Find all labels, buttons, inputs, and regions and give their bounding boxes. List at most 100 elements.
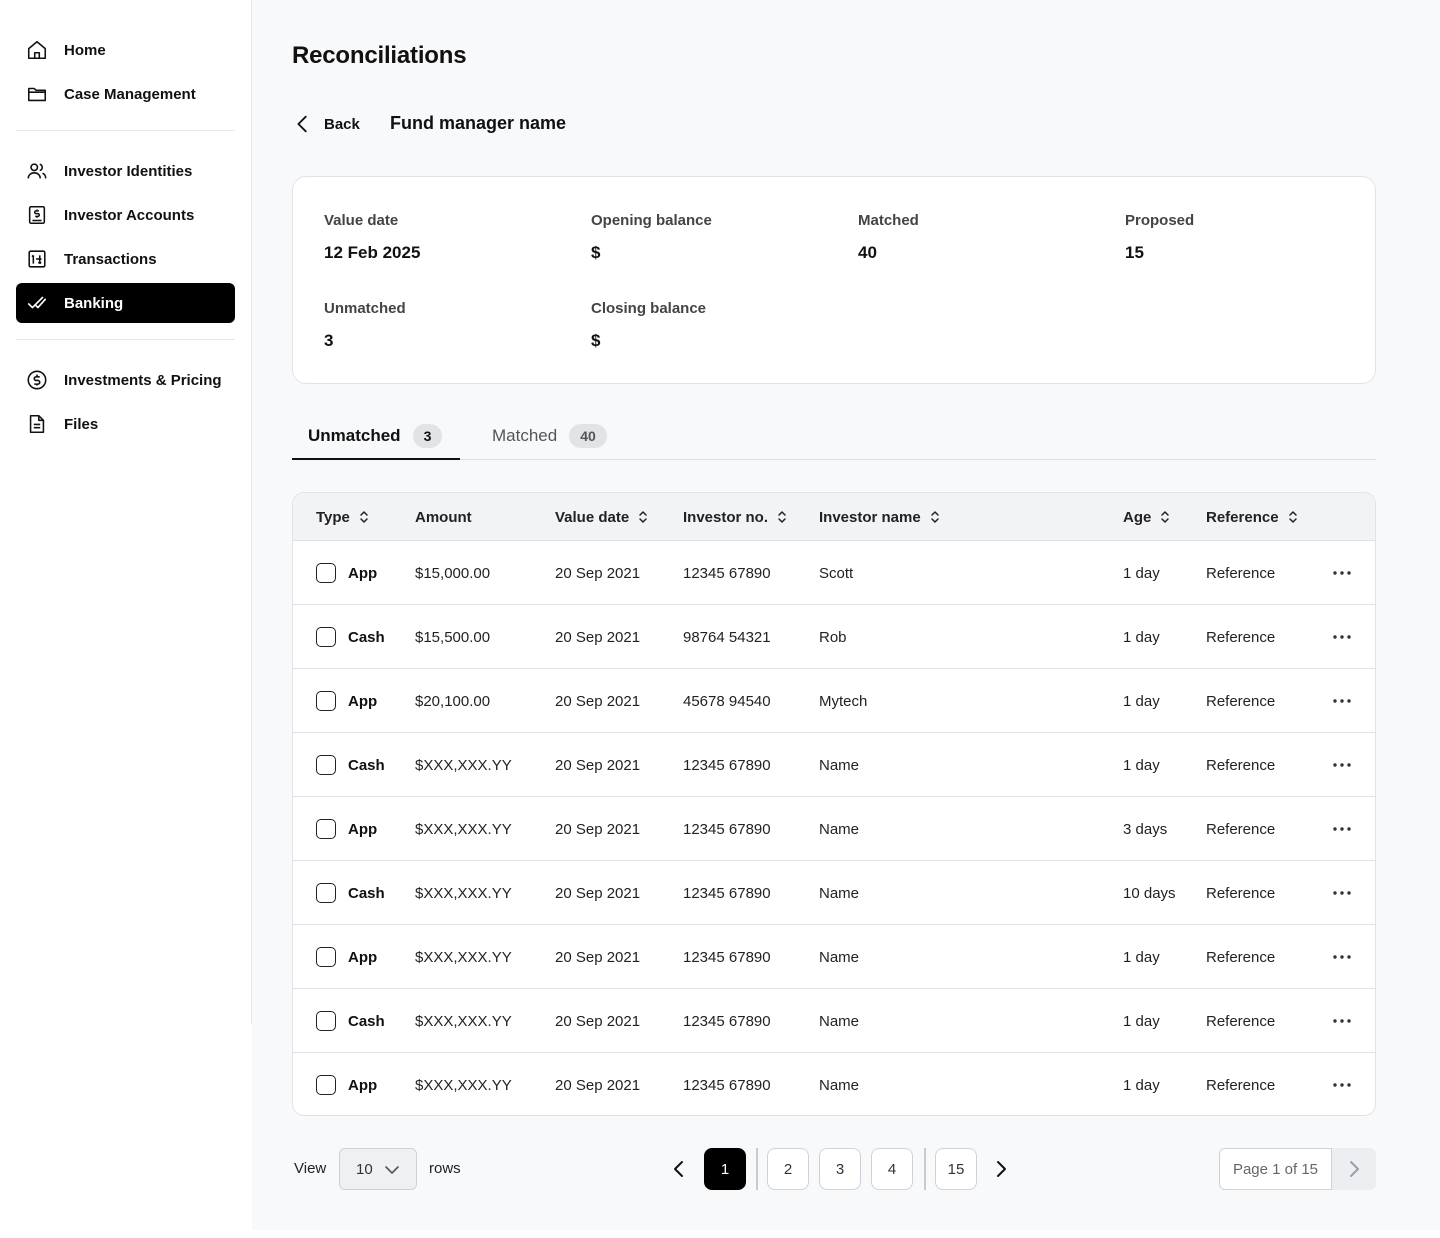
more-options-icon[interactable] — [1331, 947, 1353, 967]
row-checkbox[interactable] — [316, 947, 336, 967]
cell-investor-name: Mytech — [819, 692, 868, 710]
users-icon — [27, 163, 47, 179]
transactions-icon — [28, 250, 46, 268]
row-checkbox[interactable] — [316, 627, 336, 647]
row-checkbox[interactable] — [316, 1011, 336, 1031]
tab-unmatched[interactable]: Unmatched 3 — [292, 418, 460, 460]
row-checkbox[interactable] — [316, 563, 336, 583]
transactions-table: Type Amount Value date Investor no. Inve… — [292, 492, 1376, 1116]
table-row[interactable]: Cash $XXX,XXX.YY 20 Sep 2021 12345 67890 Nam… — [293, 989, 1375, 1053]
table-row[interactable]: App $XXX,XXX.YY 20 Sep 2021 12345 67890 Name… — [293, 1053, 1375, 1115]
column-header-investor-name[interactable]: Investor name — [819, 493, 941, 541]
table-row[interactable]: App $20,100.00 20 Sep 2021 45678 94540 Mytec… — [293, 669, 1375, 733]
page-button-15[interactable]: 15 — [935, 1148, 977, 1190]
page-button-4[interactable]: 4 — [871, 1148, 913, 1190]
cell-age: 1 day — [1123, 1076, 1160, 1094]
tab-matched[interactable]: Matched 40 — [476, 418, 623, 460]
cell-reference: Reference — [1206, 884, 1276, 902]
more-options-icon[interactable] — [1331, 883, 1353, 903]
page-button-2[interactable]: 2 — [767, 1148, 809, 1190]
stat-label: Unmatched — [324, 300, 406, 317]
table-row[interactable]: App $XXX,XXX.YY 20 Sep 2021 12345 67890 Name… — [293, 797, 1375, 861]
sidebar-item-case-management[interactable]: Case Management — [16, 74, 235, 114]
pagination: View 10 rows 1 2 3 4 15 Page 1 of 15 — [292, 1148, 1376, 1190]
page-button-1[interactable]: 1 — [704, 1148, 746, 1190]
table-row[interactable]: App $XXX,XXX.YY 20 Sep 2021 12345 67890 Name… — [293, 925, 1375, 989]
sidebar-item-label: Transactions — [64, 250, 157, 268]
row-checkbox[interactable] — [316, 755, 336, 775]
cell-investor-name: Name — [819, 1076, 860, 1094]
rows-label: rows — [429, 1160, 461, 1177]
more-options-icon[interactable] — [1331, 819, 1353, 839]
sidebar-item-label: Investor Accounts — [64, 206, 195, 224]
cell-investor-name: Name — [819, 948, 860, 966]
back-label: Back — [324, 115, 360, 133]
row-checkbox[interactable] — [316, 883, 336, 903]
cell-investor-no: 12345 67890 — [683, 1076, 771, 1094]
home-icon — [27, 40, 47, 60]
cell-amount: $15,500.00 — [415, 628, 491, 646]
cell-amount: $XXX,XXX.YY — [415, 1076, 512, 1094]
cell-amount: $XXX,XXX.YY — [415, 820, 512, 838]
sidebar-item-home[interactable]: Home — [16, 30, 235, 70]
sidebar-item-transactions[interactable]: Transactions — [16, 239, 235, 279]
cell-age: 1 day — [1123, 948, 1160, 966]
cell-investor-no: 12345 67890 — [683, 820, 771, 838]
tab-label: Unmatched — [308, 426, 401, 445]
sidebar-item-label: Home — [64, 41, 106, 59]
stat-value: 12 Feb 2025 — [324, 243, 421, 262]
sidebar-item-investments-pricing[interactable]: Investments & Pricing — [16, 360, 235, 400]
prev-page-icon[interactable] — [669, 1159, 689, 1179]
cell-age: 1 day — [1123, 628, 1160, 646]
cell-value-date: 20 Sep 2021 — [555, 948, 641, 966]
rows-per-page-select[interactable]: 10 — [339, 1148, 417, 1190]
cell-amount: $XXX,XXX.YY — [415, 884, 512, 902]
cell-age: 10 days — [1123, 884, 1176, 902]
column-label: Investor no. — [683, 508, 769, 526]
table-row[interactable]: App $15,000.00 20 Sep 2021 12345 67890 Scott… — [293, 541, 1375, 605]
more-options-icon[interactable] — [1331, 627, 1353, 647]
sidebar-divider — [16, 339, 235, 340]
column-header-amount[interactable]: Amount — [415, 493, 472, 541]
sidebar-item-investor-accounts[interactable]: Investor Accounts — [16, 195, 235, 235]
table-row[interactable]: Cash $XXX,XXX.YY 20 Sep 2021 12345 67890 Nam… — [293, 733, 1375, 797]
sidebar-item-label: Investor Identities — [64, 162, 193, 180]
table-row[interactable]: Cash $XXX,XXX.YY 20 Sep 2021 12345 67890 Nam… — [293, 861, 1375, 925]
stat-value: 40 — [858, 243, 877, 262]
cell-investor-no: 12345 67890 — [683, 1012, 771, 1030]
back-button[interactable]: Back — [292, 112, 360, 136]
cell-type: App — [348, 948, 378, 966]
column-header-investor-no[interactable]: Investor no. — [683, 493, 788, 541]
column-header-type[interactable]: Type — [316, 493, 370, 541]
page-button-3[interactable]: 3 — [819, 1148, 861, 1190]
sidebar-item-investor-identities[interactable]: Investor Identities — [16, 151, 235, 191]
next-page-icon[interactable] — [991, 1159, 1011, 1179]
row-checkbox[interactable] — [316, 1075, 336, 1095]
more-options-icon[interactable] — [1331, 755, 1353, 775]
more-options-icon[interactable] — [1331, 691, 1353, 711]
cell-value-date: 20 Sep 2021 — [555, 884, 641, 902]
cell-age: 1 day — [1123, 1012, 1160, 1030]
row-checkbox[interactable] — [316, 691, 336, 711]
more-options-icon[interactable] — [1331, 1011, 1353, 1031]
cell-age: 1 day — [1123, 564, 1160, 582]
stat-unmatched: Unmatched 3 — [324, 300, 406, 351]
column-header-value-date[interactable]: Value date — [555, 493, 649, 541]
column-header-age[interactable]: Age — [1123, 493, 1171, 541]
sidebar-item-label: Files — [64, 415, 99, 433]
sort-icon — [639, 511, 647, 523]
sidebar-item-files[interactable]: Files — [16, 404, 235, 444]
more-options-icon[interactable] — [1331, 1075, 1353, 1095]
page-next-button[interactable] — [1332, 1148, 1376, 1190]
table-row[interactable]: Cash $15,500.00 20 Sep 2021 98764 54321 Rob 1… — [293, 605, 1375, 669]
stat-matched: Matched 40 — [858, 212, 919, 263]
row-checkbox[interactable] — [316, 819, 336, 839]
check-icon — [27, 296, 47, 309]
column-header-reference[interactable]: Reference — [1206, 493, 1299, 541]
sort-icon — [778, 511, 786, 523]
more-options-icon[interactable] — [1331, 563, 1353, 583]
cell-value-date: 20 Sep 2021 — [555, 1076, 641, 1094]
stat-value: $ — [591, 331, 601, 350]
cell-type: Cash — [348, 756, 385, 774]
sidebar-item-banking[interactable]: Banking — [16, 283, 235, 323]
